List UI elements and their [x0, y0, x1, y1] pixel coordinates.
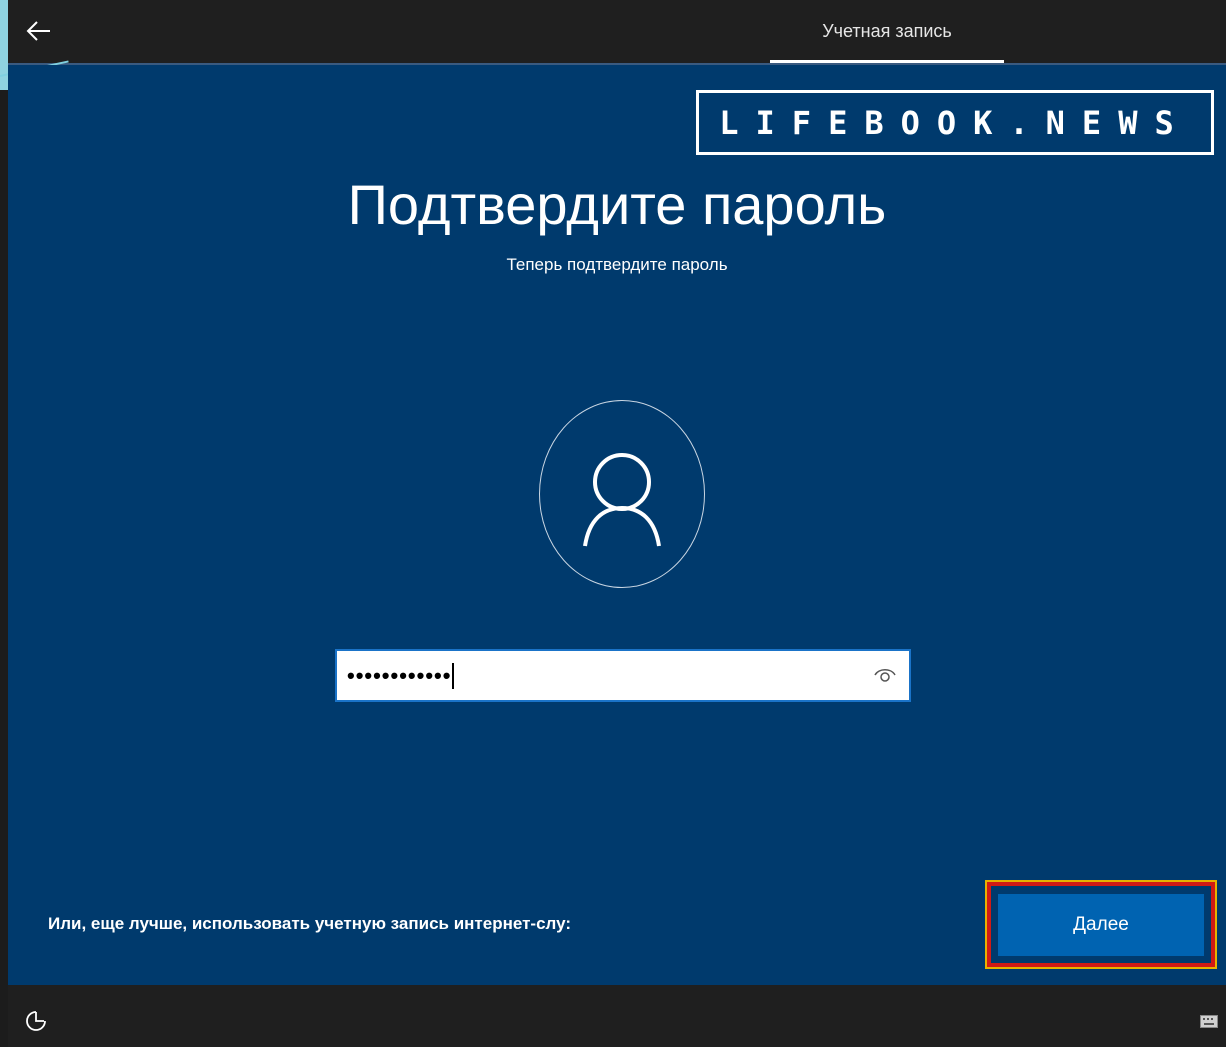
- user-icon: [582, 452, 661, 546]
- page-subtitle: Теперь подтвердите пароль: [506, 255, 728, 274]
- top-bar: Учетная запись: [8, 0, 1226, 63]
- step-tab-account: Учетная запись: [770, 0, 1004, 63]
- online-account-link[interactable]: Или, еще лучше, использовать учетную зап…: [48, 914, 571, 934]
- page-title: Подтвердите пароль: [347, 173, 887, 236]
- left-edge-strip: [0, 0, 8, 1047]
- text-caret: [452, 662, 455, 689]
- password-confirm-input[interactable]: ••••••••••••: [335, 649, 911, 702]
- back-arrow-icon: [26, 21, 50, 41]
- step-tab-label: Учетная запись: [822, 21, 952, 41]
- bottom-bar: [8, 985, 1226, 1047]
- back-button[interactable]: [22, 14, 56, 48]
- next-button[interactable]: Далее: [998, 894, 1204, 956]
- main-panel: LIFEBOOK.NEWS Подтвердите пароль Теперь …: [8, 65, 1226, 985]
- watermark-logo: LIFEBOOK.NEWS: [696, 90, 1214, 155]
- avatar: [539, 400, 705, 588]
- eye-icon[interactable]: [873, 665, 897, 687]
- keyboard-icon[interactable]: [1200, 1015, 1218, 1028]
- password-value: ••••••••••••: [347, 662, 452, 688]
- accessibility-icon[interactable]: [24, 1009, 48, 1033]
